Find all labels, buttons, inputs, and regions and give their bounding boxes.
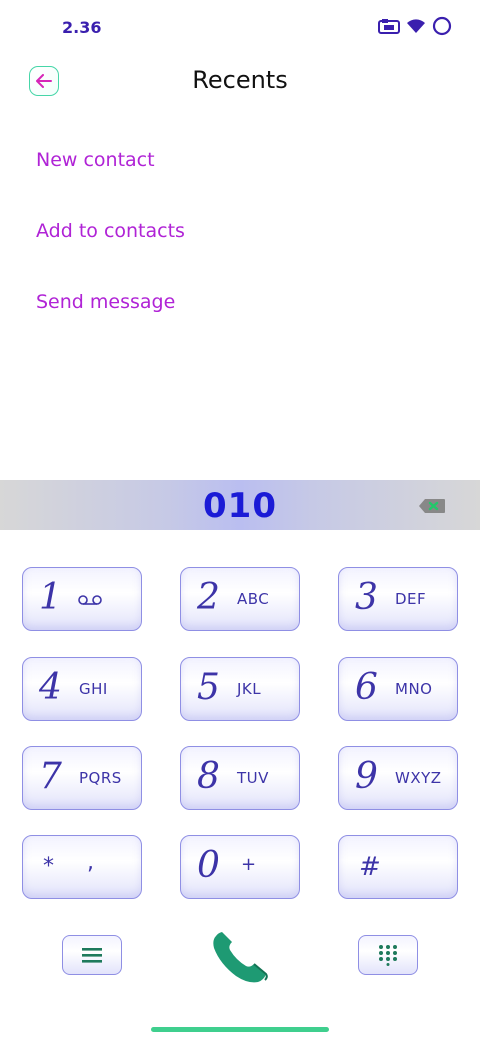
header: Recents	[0, 60, 480, 104]
new-contact-item[interactable]: New contact	[36, 140, 185, 211]
action-menu: New contact Add to contacts Send message	[36, 140, 185, 353]
status-time: 2.36	[62, 18, 102, 37]
key-letters: WXYZ	[395, 769, 442, 787]
key-digit: 6	[355, 667, 378, 708]
key-digit: #	[359, 852, 381, 882]
key-4[interactable]: 4 GHI	[22, 657, 142, 721]
key-9[interactable]: 9 WXYZ	[338, 746, 458, 810]
key-digit: 9	[355, 756, 378, 797]
key-letters: JKL	[237, 680, 262, 698]
battery-ring-icon	[432, 16, 452, 36]
key-2[interactable]: 2 ABC	[180, 567, 300, 631]
add-to-contacts-item[interactable]: Add to contacts	[36, 211, 185, 282]
sim-card-icon	[378, 19, 400, 34]
menu-icon	[82, 948, 102, 963]
dialpad-icon	[379, 945, 397, 966]
wifi-icon	[407, 19, 425, 33]
menu-button[interactable]	[62, 935, 122, 975]
voicemail-icon	[78, 595, 102, 605]
bottom-bar	[0, 930, 480, 990]
key-digit: *	[43, 854, 54, 879]
key-7[interactable]: 7 PQRS	[22, 746, 142, 810]
key-letters: ABC	[237, 590, 270, 608]
key-letters: TUV	[237, 769, 269, 787]
key-digit: 8	[197, 756, 220, 797]
key-0[interactable]: 0 +	[180, 835, 300, 899]
key-digit: 7	[39, 756, 62, 797]
call-button[interactable]	[208, 930, 272, 986]
page-title: Recents	[192, 66, 288, 94]
key-star[interactable]: * ,	[22, 835, 142, 899]
status-bar: 2.36	[0, 0, 480, 56]
key-letters: MNO	[395, 680, 433, 698]
key-hash[interactable]: #	[338, 835, 458, 899]
phone-icon	[213, 932, 268, 983]
key-digit: 3	[355, 577, 378, 618]
number-display-bar: 010	[0, 480, 480, 530]
key-1[interactable]: 1	[22, 567, 142, 631]
status-icons	[378, 16, 452, 36]
key-6[interactable]: 6 MNO	[338, 657, 458, 721]
key-3[interactable]: 3 DEF	[338, 567, 458, 631]
dialed-number: 010	[203, 486, 277, 526]
key-letters: ,	[87, 850, 94, 875]
key-letters: DEF	[395, 590, 427, 608]
key-digit: 0	[197, 845, 220, 886]
navigation-handle[interactable]	[151, 1027, 329, 1032]
key-letters: +	[241, 854, 257, 875]
key-5[interactable]: 5 JKL	[180, 657, 300, 721]
key-8[interactable]: 8 TUV	[180, 746, 300, 810]
key-digit: 4	[39, 667, 62, 708]
dialpad-button[interactable]	[358, 935, 418, 975]
key-letters: PQRS	[79, 769, 122, 787]
backspace-icon[interactable]	[418, 498, 446, 514]
key-digit: 1	[39, 577, 62, 618]
key-digit: 2	[197, 577, 220, 618]
key-letters: GHI	[79, 680, 108, 698]
send-message-item[interactable]: Send message	[36, 282, 185, 353]
key-digit: 5	[197, 667, 220, 708]
